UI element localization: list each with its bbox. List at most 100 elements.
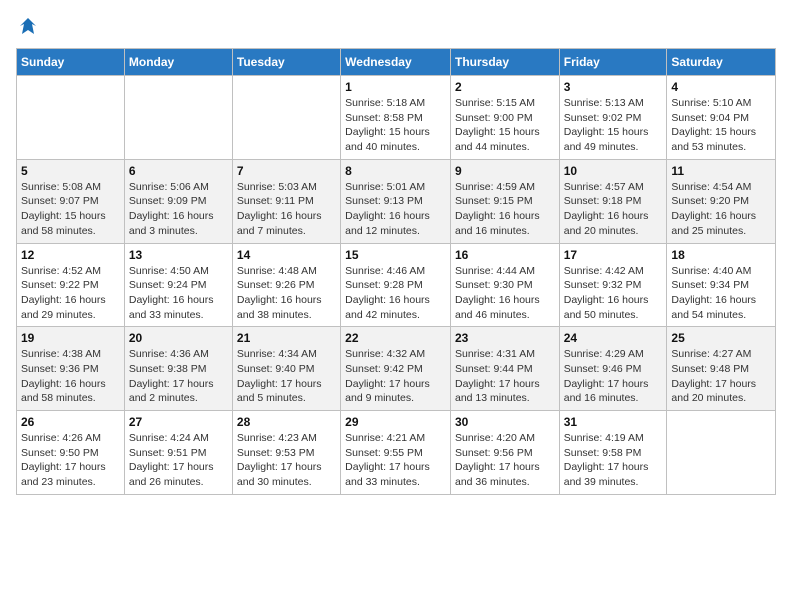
calendar-cell: 17Sunrise: 4:42 AMSunset: 9:32 PMDayligh… — [559, 243, 667, 327]
day-info: Sunrise: 5:06 AMSunset: 9:09 PMDaylight:… — [129, 180, 228, 239]
day-info: Sunrise: 4:48 AMSunset: 9:26 PMDaylight:… — [237, 264, 336, 323]
day-number: 14 — [237, 248, 336, 262]
calendar-day-header: Friday — [559, 49, 667, 76]
day-info: Sunrise: 4:54 AMSunset: 9:20 PMDaylight:… — [671, 180, 771, 239]
day-number: 31 — [564, 415, 663, 429]
day-number: 7 — [237, 164, 336, 178]
day-number: 4 — [671, 80, 771, 94]
day-number: 3 — [564, 80, 663, 94]
day-number: 12 — [21, 248, 120, 262]
calendar-body: 1 Sunrise: 5:18 AMSunset: 8:58 PMDaylight… — [17, 76, 776, 495]
day-info: Sunrise: 4:50 AMSunset: 9:24 PMDaylight:… — [129, 264, 228, 323]
calendar-cell: 15 Sunrise: 4:46 AMSunset: 9:28 PMDayligh… — [341, 243, 451, 327]
day-number: 27 — [129, 415, 228, 429]
calendar-cell: 13 Sunrise: 4:50 AMSunset: 9:24 PMDayligh… — [124, 243, 232, 327]
calendar-cell: 28Sunrise: 4:23 AMSunset: 9:53 PMDayligh… — [232, 411, 340, 495]
day-info: Sunrise: 4:42 AMSunset: 9:32 PMDaylight:… — [564, 264, 663, 323]
calendar-day-header: Saturday — [667, 49, 776, 76]
calendar-cell — [232, 76, 340, 160]
calendar-cell: 5 Sunrise: 5:08 AMSunset: 9:07 PMDaylight… — [17, 159, 125, 243]
day-number: 9 — [455, 164, 555, 178]
day-info: Sunrise: 5:10 AMSunset: 9:04 PMDaylight:… — [671, 96, 771, 155]
day-info: Sunrise: 4:32 AMSunset: 9:42 PMDaylight:… — [345, 347, 446, 406]
day-info: Sunrise: 4:27 AMSunset: 9:48 PMDaylight:… — [671, 347, 771, 406]
day-info: Sunrise: 4:29 AMSunset: 9:46 PMDaylight:… — [564, 347, 663, 406]
logo — [16, 16, 38, 40]
day-info: Sunrise: 4:59 AMSunset: 9:15 PMDaylight:… — [455, 180, 555, 239]
calendar-cell: 4 Sunrise: 5:10 AMSunset: 9:04 PMDaylight… — [667, 76, 776, 160]
day-number: 25 — [671, 331, 771, 345]
day-number: 20 — [129, 331, 228, 345]
calendar-day-header: Thursday — [450, 49, 559, 76]
calendar-cell: 20 Sunrise: 4:36 AMSunset: 9:38 PMDayligh… — [124, 327, 232, 411]
day-number: 30 — [455, 415, 555, 429]
day-info: Sunrise: 4:52 AMSunset: 9:22 PMDaylight:… — [21, 264, 120, 323]
calendar-cell: 24 Sunrise: 4:29 AMSunset: 9:46 PMDayligh… — [559, 327, 667, 411]
calendar-cell: 25 Sunrise: 4:27 AMSunset: 9:48 PMDayligh… — [667, 327, 776, 411]
day-number: 23 — [455, 331, 555, 345]
calendar-cell: 26Sunrise: 4:26 AMSunset: 9:50 PMDayligh… — [17, 411, 125, 495]
calendar-cell: 23Sunrise: 4:31 AMSunset: 9:44 PMDayligh… — [450, 327, 559, 411]
day-info: Sunrise: 4:20 AMSunset: 9:56 PMDaylight:… — [455, 431, 555, 490]
day-number: 13 — [129, 248, 228, 262]
day-number: 21 — [237, 331, 336, 345]
calendar-cell: 7 Sunrise: 5:03 AMSunset: 9:11 PMDaylight… — [232, 159, 340, 243]
calendar-cell: 30 Sunrise: 4:20 AMSunset: 9:56 PMDayligh… — [450, 411, 559, 495]
day-number: 24 — [564, 331, 663, 345]
calendar-day-header: Wednesday — [341, 49, 451, 76]
day-number: 10 — [564, 164, 663, 178]
day-info: Sunrise: 5:03 AMSunset: 9:11 PMDaylight:… — [237, 180, 336, 239]
day-info: Sunrise: 4:24 AMSunset: 9:51 PMDaylight:… — [129, 431, 228, 490]
calendar-cell: 1 Sunrise: 5:18 AMSunset: 8:58 PMDaylight… — [341, 76, 451, 160]
header — [16, 16, 776, 40]
calendar-cell — [667, 411, 776, 495]
day-info: Sunrise: 5:01 AMSunset: 9:13 PMDaylight:… — [345, 180, 446, 239]
calendar-cell — [17, 76, 125, 160]
day-number: 18 — [671, 248, 771, 262]
day-number: 26 — [21, 415, 120, 429]
calendar-cell: 9 Sunrise: 4:59 AMSunset: 9:15 PMDaylight… — [450, 159, 559, 243]
day-number: 5 — [21, 164, 120, 178]
calendar-cell: 19Sunrise: 4:38 AMSunset: 9:36 PMDayligh… — [17, 327, 125, 411]
calendar-cell — [124, 76, 232, 160]
day-info: Sunrise: 4:40 AMSunset: 9:34 PMDaylight:… — [671, 264, 771, 323]
calendar-cell: 12 Sunrise: 4:52 AMSunset: 9:22 PMDayligh… — [17, 243, 125, 327]
day-number: 1 — [345, 80, 446, 94]
calendar-week-row: 1 Sunrise: 5:18 AMSunset: 8:58 PMDaylight… — [17, 76, 776, 160]
day-number: 22 — [345, 331, 446, 345]
calendar-week-row: 19Sunrise: 4:38 AMSunset: 9:36 PMDayligh… — [17, 327, 776, 411]
day-number: 15 — [345, 248, 446, 262]
calendar-cell: 3 Sunrise: 5:13 AMSunset: 9:02 PMDaylight… — [559, 76, 667, 160]
calendar-cell: 18 Sunrise: 4:40 AMSunset: 9:34 PMDayligh… — [667, 243, 776, 327]
calendar-table: SundayMondayTuesdayWednesdayThursdayFrid… — [16, 48, 776, 495]
day-info: Sunrise: 4:46 AMSunset: 9:28 PMDaylight:… — [345, 264, 446, 323]
calendar-cell: 8 Sunrise: 5:01 AMSunset: 9:13 PMDaylight… — [341, 159, 451, 243]
day-info: Sunrise: 4:44 AMSunset: 9:30 PMDaylight:… — [455, 264, 555, 323]
calendar-day-header: Sunday — [17, 49, 125, 76]
day-info: Sunrise: 5:15 AMSunset: 9:00 PMDaylight:… — [455, 96, 555, 155]
calendar-cell: 6 Sunrise: 5:06 AMSunset: 9:09 PMDaylight… — [124, 159, 232, 243]
calendar-cell: 2Sunrise: 5:15 AMSunset: 9:00 PMDaylight… — [450, 76, 559, 160]
day-info: Sunrise: 4:34 AMSunset: 9:40 PMDaylight:… — [237, 347, 336, 406]
calendar-cell: 14 Sunrise: 4:48 AMSunset: 9:26 PMDayligh… — [232, 243, 340, 327]
day-number: 28 — [237, 415, 336, 429]
day-info: Sunrise: 5:18 AMSunset: 8:58 PMDaylight:… — [345, 96, 446, 155]
day-info: Sunrise: 4:21 AMSunset: 9:55 PMDaylight:… — [345, 431, 446, 490]
calendar-week-row: 12 Sunrise: 4:52 AMSunset: 9:22 PMDayligh… — [17, 243, 776, 327]
calendar-cell: 31 Sunrise: 4:19 AMSunset: 9:58 PMDayligh… — [559, 411, 667, 495]
day-number: 11 — [671, 164, 771, 178]
calendar-cell: 16Sunrise: 4:44 AMSunset: 9:30 PMDayligh… — [450, 243, 559, 327]
day-number: 19 — [21, 331, 120, 345]
day-info: Sunrise: 5:08 AMSunset: 9:07 PMDaylight:… — [21, 180, 120, 239]
day-number: 6 — [129, 164, 228, 178]
day-info: Sunrise: 5:13 AMSunset: 9:02 PMDaylight:… — [564, 96, 663, 155]
calendar-cell: 29 Sunrise: 4:21 AMSunset: 9:55 PMDayligh… — [341, 411, 451, 495]
calendar-day-header: Monday — [124, 49, 232, 76]
calendar-cell: 21 Sunrise: 4:34 AMSunset: 9:40 PMDayligh… — [232, 327, 340, 411]
day-info: Sunrise: 4:19 AMSunset: 9:58 PMDaylight:… — [564, 431, 663, 490]
day-number: 8 — [345, 164, 446, 178]
day-number: 29 — [345, 415, 446, 429]
calendar-cell: 27 Sunrise: 4:24 AMSunset: 9:51 PMDayligh… — [124, 411, 232, 495]
day-info: Sunrise: 4:36 AMSunset: 9:38 PMDaylight:… — [129, 347, 228, 406]
calendar-cell: 11 Sunrise: 4:54 AMSunset: 9:20 PMDayligh… — [667, 159, 776, 243]
